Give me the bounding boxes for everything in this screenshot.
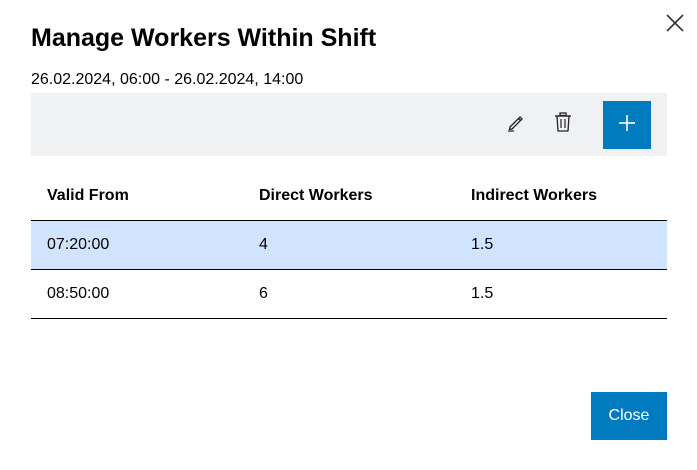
shift-time-range: 26.02.2024, 06:00 - 26.02.2024, 14:00: [31, 71, 304, 88]
cell-direct-workers: 4: [259, 236, 268, 253]
close-button[interactable]: Close: [591, 392, 667, 440]
pencil-icon: [505, 111, 527, 138]
table-row[interactable]: 07:20:00 4 1.5: [31, 221, 667, 270]
plus-icon: [617, 113, 637, 138]
header-direct-workers[interactable]: Direct Workers: [243, 186, 455, 206]
delete-button[interactable]: [549, 110, 577, 138]
workers-table: Valid From Direct Workers Indirect Worke…: [31, 172, 667, 319]
header-valid-from[interactable]: Valid From: [31, 186, 243, 206]
cell-direct-workers: 6: [259, 285, 268, 302]
add-button[interactable]: [603, 101, 651, 149]
header-indirect-workers[interactable]: Indirect Workers: [455, 186, 667, 206]
manage-workers-dialog: Manage Workers Within Shift 26.02.2024, …: [0, 0, 697, 470]
trash-icon: [552, 111, 574, 138]
cell-indirect-workers: 1.5: [471, 285, 494, 302]
edit-button[interactable]: [502, 110, 530, 138]
cell-valid-from: 07:20:00: [47, 236, 110, 253]
cell-valid-from: 08:50:00: [47, 285, 110, 302]
close-icon[interactable]: [664, 12, 686, 34]
table-row[interactable]: 08:50:00 6 1.5: [31, 270, 667, 319]
cell-indirect-workers: 1.5: [471, 236, 494, 253]
table-toolbar: [31, 93, 667, 156]
table-header: Valid From Direct Workers Indirect Worke…: [31, 172, 667, 221]
dialog-title: Manage Workers Within Shift: [31, 24, 377, 52]
